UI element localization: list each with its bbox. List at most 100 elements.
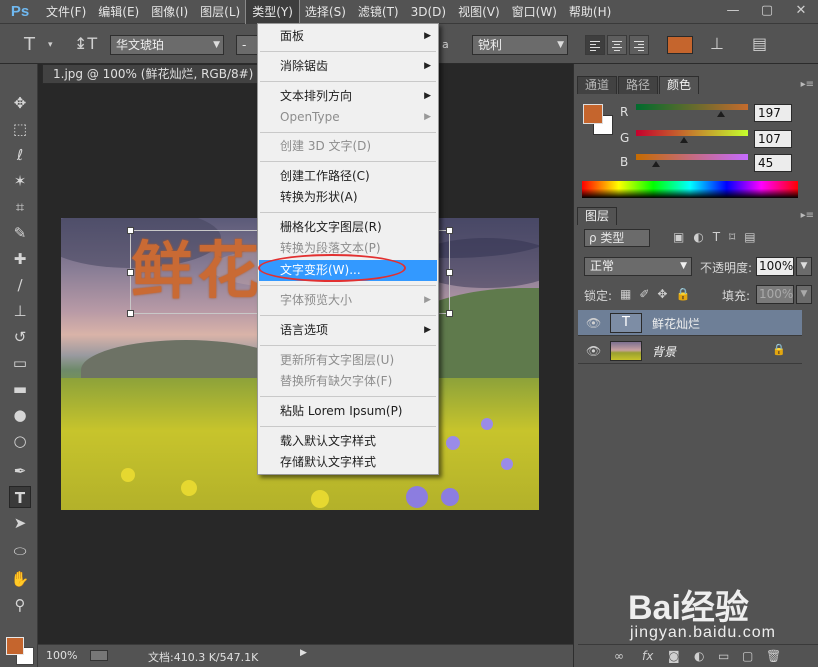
transform-handle[interactable] [127,310,134,317]
tab-paths[interactable]: 路径 [618,76,659,94]
foreground-color-swatch[interactable] [6,637,24,655]
menu-item-opentype[interactable]: OpenType ▶ [259,107,437,128]
warp-text-icon[interactable]: ⊥ [710,34,724,53]
menu-item-create-work-path[interactable]: 创建工作路径(C) [259,166,437,187]
font-family-select[interactable]: 华文琥珀 ▼ [110,35,224,55]
brush-tool-icon[interactable]: ∕ [9,274,31,296]
menu-item-save-default-type-styles[interactable]: 存储默认文字样式 [259,452,437,473]
blur-tool-icon[interactable]: ● [9,404,31,426]
new-group-icon[interactable]: ▭ [718,649,729,663]
eraser-tool-icon[interactable]: ▭ [9,352,31,374]
align-center-button[interactable] [607,35,627,55]
foreground-color-swatch[interactable] [583,104,603,124]
menu-type[interactable]: 类型(Y) [245,0,300,25]
type-tool-icon[interactable]: T [9,486,31,508]
channel-g-slider[interactable] [636,130,748,136]
menu-image[interactable]: 图像(I) [145,0,194,24]
menu-item-load-default-type-styles[interactable]: 载入默认文字样式 [259,431,437,452]
opacity-dropdown-icon[interactable]: ▼ [796,257,812,276]
transform-handle[interactable] [446,227,453,234]
fill-dropdown-icon[interactable]: ▼ [796,285,812,304]
channel-r-input[interactable]: 197 [754,104,792,122]
menu-item-create-3d-text[interactable]: 创建 3D 文字(D) [259,136,437,157]
menu-item-panels[interactable]: 面板 ▶ [259,26,437,47]
menu-window[interactable]: 窗口(W) [506,0,563,24]
menu-view[interactable]: 视图(V) [452,0,506,24]
layer-filter-icons[interactable]: ▣◐T⌑▤ [673,230,765,244]
pen-tool-icon[interactable]: ✒ [9,460,31,482]
transform-handle[interactable] [446,269,453,276]
channel-b-slider[interactable] [636,154,748,160]
menu-item-replace-missing-fonts[interactable]: 替换所有缺欠字体(F) [259,371,437,392]
transform-handle[interactable] [127,269,134,276]
channel-b-input[interactable]: 45 [754,154,792,172]
tab-color[interactable]: 颜色 [659,76,700,94]
menu-item-rasterize-type-layer[interactable]: 栅格化文字图层(R) [259,217,437,238]
maximize-button[interactable]: ▢ [750,1,784,21]
antialias-select[interactable]: 锐利 ▼ [472,35,568,55]
eye-icon[interactable]: 👁 [586,344,601,358]
text-orientation-icon[interactable]: ↨T [74,34,97,53]
history-brush-tool-icon[interactable]: ↺ [9,326,31,348]
menu-item-antialias[interactable]: 消除锯齿 ▶ [259,56,437,77]
menu-help[interactable]: 帮助(H) [563,0,617,24]
magic-wand-tool-icon[interactable]: ✶ [9,170,31,192]
status-arrow-icon[interactable]: ▶ [300,648,307,658]
transform-handle[interactable] [127,227,134,234]
opacity-input[interactable]: 100% [756,257,794,276]
minimize-button[interactable]: — [716,1,750,21]
panel-menu-icon[interactable]: ▸≡ [801,210,814,221]
layer-row-text[interactable]: 👁 T 鲜花灿烂 [578,310,802,336]
menu-item-text-orientation[interactable]: 文本排列方向 ▶ [259,86,437,107]
eyedropper-tool-icon[interactable]: ✎ [9,222,31,244]
path-selection-tool-icon[interactable]: ➤ [9,512,31,534]
align-right-button[interactable] [629,35,649,55]
zoom-tool-icon[interactable]: ⚲ [9,594,31,616]
status-menu-icon[interactable] [90,650,108,661]
menu-item-paste-lorem-ipsum[interactable]: 粘贴 Lorem Ipsum(P) [259,401,437,422]
lock-icons[interactable]: ▦✐✥🔒 [620,287,698,301]
fill-input[interactable]: 100% [756,285,794,304]
panel-menu-icon[interactable]: ▸≡ [801,79,814,90]
move-tool-icon[interactable]: ✥ [9,92,31,114]
tool-preset-arrow-icon[interactable]: ▾ [48,40,53,50]
menu-file[interactable]: 文件(F) [40,0,92,24]
channel-r-slider[interactable] [636,104,748,110]
menu-layer[interactable]: 图层(L) [194,0,246,24]
menu-filter[interactable]: 滤镜(T) [352,0,405,24]
lasso-tool-icon[interactable]: ℓ [9,144,31,166]
gradient-tool-icon[interactable]: ▬ [9,378,31,400]
channel-g-thumb[interactable] [680,137,688,143]
ellipse-tool-icon[interactable]: ⬭ [9,540,31,562]
tab-layers[interactable]: 图层 [577,207,618,225]
transform-handle[interactable] [446,310,453,317]
adjustment-layer-icon[interactable]: ◐ [694,649,704,663]
type-tool-icon[interactable]: T [24,34,35,55]
link-layers-icon[interactable]: ∞ [614,649,624,663]
dodge-tool-icon[interactable]: ○ [9,430,31,452]
clone-stamp-tool-icon[interactable]: ⊥ [9,300,31,322]
eye-icon[interactable]: 👁 [586,316,601,330]
channel-r-thumb[interactable] [717,111,725,117]
close-window-button[interactable]: ✕ [784,1,818,21]
menu-edit[interactable]: 编辑(E) [92,0,145,24]
healing-brush-tool-icon[interactable]: ✚ [9,248,31,270]
menu-item-font-preview-size[interactable]: 字体预览大小 ▶ [259,290,437,311]
menu-item-update-all-text-layers[interactable]: 更新所有文字图层(U) [259,350,437,371]
layer-filter-select[interactable]: ρ 类型 [584,229,650,247]
menu-3d[interactable]: 3D(D) [405,0,452,24]
new-layer-icon[interactable]: ▢ [742,649,753,663]
hand-tool-icon[interactable]: ✋ [9,568,31,590]
tab-channels[interactable]: 通道 [577,76,618,94]
channel-b-thumb[interactable] [652,161,660,167]
color-spectrum-bar[interactable] [582,181,798,198]
text-color-swatch[interactable] [667,36,693,54]
add-mask-icon[interactable]: ◙ [668,649,680,663]
menu-select[interactable]: 选择(S) [299,0,352,24]
menu-item-convert-to-shape[interactable]: 转换为形状(A) [259,187,437,208]
font-style-select[interactable]: - [236,35,258,55]
delete-layer-icon[interactable]: 🗑 [766,649,781,663]
layer-row-background[interactable]: 👁 背景 🔒 [578,338,802,364]
menu-item-language-options[interactable]: 语言选项 ▶ [259,320,437,341]
zoom-level[interactable]: 100% [46,649,77,662]
